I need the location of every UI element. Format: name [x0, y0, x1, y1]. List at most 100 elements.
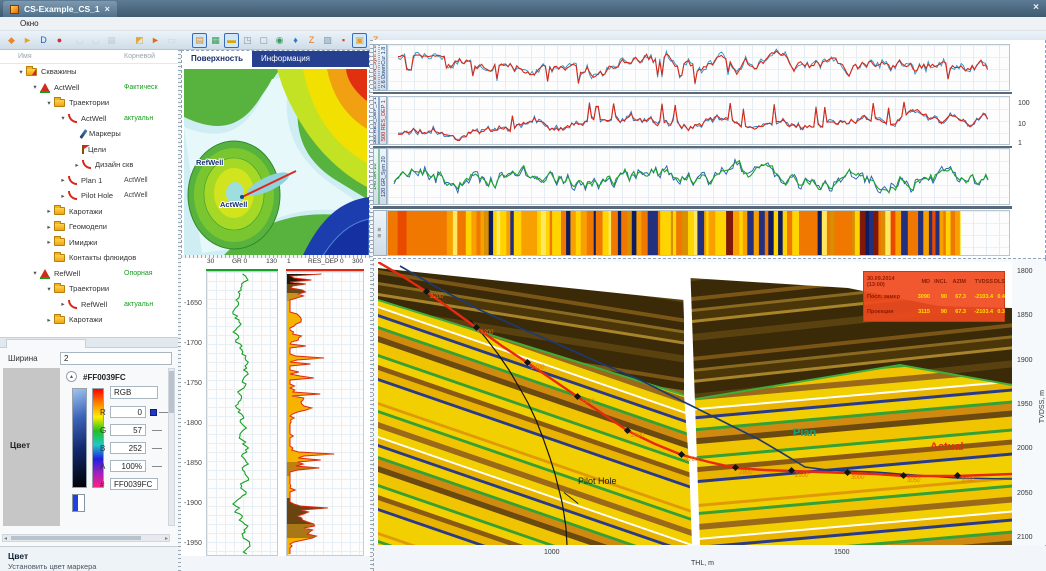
expander-icon[interactable]: ▸ [44, 316, 54, 324]
color-shade-slider[interactable] [72, 388, 87, 488]
hex-field[interactable]: FF0039FC [110, 478, 158, 490]
expander-icon[interactable]: ▸ [58, 300, 68, 308]
toolbar-icon[interactable]: ● [52, 33, 67, 48]
toolbar-icon[interactable]: ▦ [208, 33, 223, 48]
expander-icon[interactable]: ▾ [44, 99, 54, 107]
expander-icon[interactable]: ▸ [72, 161, 82, 169]
track2-plot[interactable] [387, 96, 1010, 145]
tab-surface[interactable]: Поверхность [182, 51, 252, 67]
spectral-track[interactable]: ≋ ≋ [373, 210, 1013, 256]
tree-item[interactable]: ▾ Скважины [0, 64, 178, 80]
tree-item[interactable]: ▸ Plan 1 ActWell [0, 173, 178, 189]
tab-close-icon[interactable]: × [105, 4, 110, 14]
color-expand-button[interactable]: ▴ [66, 371, 77, 382]
tab-information[interactable]: Информация [252, 51, 319, 67]
toolbar-icon[interactable]: ▨ [320, 33, 335, 48]
color-mode-select[interactable]: RGB [110, 386, 158, 399]
track1-plot[interactable] [387, 44, 1010, 91]
green-slider[interactable] [152, 430, 162, 431]
surface-contour-map[interactable]: RefWell ActWell [182, 67, 369, 257]
tree-item[interactable]: ▾ ActWell актуальн [0, 111, 178, 127]
tree-item[interactable]: Контакты флюидов [0, 250, 178, 266]
properties-horizontal-scrollbar[interactable]: ◂▸ [2, 534, 170, 542]
tree-item[interactable]: ▸ Pilot Hole ActWell [0, 188, 178, 204]
width-input[interactable]: 2 [60, 352, 172, 365]
toolbar-icon[interactable]: D [36, 33, 51, 48]
toolbar-icon[interactable]: ♦ [288, 33, 303, 48]
tree-item-icon [40, 83, 50, 92]
track3-plot[interactable] [387, 148, 1010, 205]
toolbar-icon[interactable]: ▢ [256, 33, 271, 48]
toolbar-icon[interactable]: ▦ [104, 33, 119, 48]
tree-item[interactable]: ▸ Имиджи [0, 235, 178, 251]
tree-item[interactable]: ▸ Каротажи [0, 312, 178, 328]
window-close-icon[interactable]: × [1033, 2, 1039, 13]
document-tab[interactable]: CS-Example_CS_1 × [3, 1, 117, 17]
tree-item[interactable]: Маркеры [0, 126, 178, 142]
toolbar-icon[interactable]: ◡ [72, 33, 87, 48]
spectral-plot[interactable] [387, 210, 1010, 256]
properties-tab[interactable] [6, 339, 86, 348]
color-swatch[interactable] [72, 494, 85, 512]
expander-icon[interactable]: ▸ [44, 207, 54, 215]
tree-item[interactable]: Цели [0, 142, 178, 158]
expander-icon[interactable]: ▾ [44, 285, 54, 293]
center-splitter[interactable] [370, 40, 373, 571]
properties-vertical-scrollbar[interactable] [168, 368, 175, 526]
log-track-3[interactable]: 140 GR 20 120 GR_Sym 20 [373, 148, 1013, 205]
toolbar-icon[interactable]: ◉ [272, 33, 287, 48]
tree-item-icon [54, 285, 65, 293]
gr-plot[interactable] [206, 271, 278, 556]
application-window: CS-Example_CS_1 × × Окно ◆►D●◡◡▦◩►▭▤▦▬◳▢… [0, 0, 1046, 571]
expander-icon[interactable]: ▾ [16, 68, 26, 76]
blue-slider[interactable] [152, 448, 162, 449]
map-splitter[interactable] [181, 255, 370, 258]
toolbar-icon[interactable]: ► [20, 33, 35, 48]
tree-item[interactable]: ▾ Траектории [0, 281, 178, 297]
log-track-2[interactable]: 500 RES_DEP_1 1 500 RES_DEP 1 [373, 96, 1013, 145]
tree-item-label: RefWell [81, 300, 107, 309]
log-track-1[interactable]: 2.6 EKN_Sym 1.8 2.6 DownCur 1.8 [373, 44, 1013, 91]
toolbar-icon[interactable]: ▣ [352, 33, 367, 48]
tree-splitter[interactable] [178, 50, 181, 571]
red-field[interactable]: 0 [110, 406, 146, 418]
menu-window[interactable]: Окно [20, 19, 39, 28]
track3-header[interactable]: 140 GR 20 120 GR_Sym 20 [373, 148, 387, 205]
expander-icon[interactable]: ▸ [58, 176, 68, 184]
tree-item[interactable]: ▾ RefWell Опорная [0, 266, 178, 282]
toolbar-icon[interactable]: ◡ [88, 33, 103, 48]
toolbar-icon[interactable]: ◳ [240, 33, 255, 48]
toolbar-icon[interactable]: ▤ [192, 33, 207, 48]
alpha-field[interactable]: 100% [110, 460, 146, 472]
green-field[interactable]: 57 [110, 424, 146, 436]
tree-item-icon [54, 316, 65, 324]
toolbar-icon[interactable]: Z [304, 33, 319, 48]
tree-item[interactable]: ▸ RefWell актуальн [0, 297, 178, 313]
track1-header[interactable]: 2.6 EKN_Sym 1.8 2.6 DownCur 1.8 [373, 44, 387, 91]
tree-item[interactable]: ▸ Дизайн скв [0, 157, 178, 173]
expander-icon[interactable]: ▸ [44, 223, 54, 231]
alpha-slider[interactable] [152, 466, 162, 467]
toolbar-icon[interactable]: ◆ [4, 33, 19, 48]
expander-icon[interactable]: ▸ [58, 192, 68, 200]
tree-item[interactable]: ▾ ActWell Фактическ [0, 80, 178, 96]
toolbar-icon[interactable]: ► [148, 33, 163, 48]
blue-field[interactable]: 252 [110, 442, 146, 454]
tree-item[interactable]: ▸ Геомодели [0, 219, 178, 235]
toolbar-icon[interactable]: ▭ [164, 33, 179, 48]
toolbar-icon[interactable]: ◩ [132, 33, 147, 48]
toolbar-icon[interactable]: ▬ [224, 33, 239, 48]
depth-label: -1900 [184, 500, 202, 507]
expander-icon[interactable]: ▾ [30, 83, 40, 91]
track2-header[interactable]: 500 RES_DEP_1 1 500 RES_DEP 1 [373, 96, 387, 145]
spectral-header[interactable]: ≋ ≋ [373, 210, 387, 256]
expander-icon[interactable]: ▸ [44, 238, 54, 246]
color-hue-slider[interactable] [92, 388, 104, 488]
tree-item[interactable]: ▸ Каротажи [0, 204, 178, 220]
toolbar-icon[interactable]: ▪ [336, 33, 351, 48]
tree-item[interactable]: ▾ Траектории [0, 95, 178, 111]
expander-icon[interactable]: ▾ [58, 114, 68, 122]
expander-icon[interactable]: ▾ [30, 269, 40, 277]
cross-section-plot[interactable]: 2200 2300 2400 2500 2600 2700 2800 2900 … [378, 262, 1012, 545]
res-plot[interactable] [286, 271, 364, 556]
